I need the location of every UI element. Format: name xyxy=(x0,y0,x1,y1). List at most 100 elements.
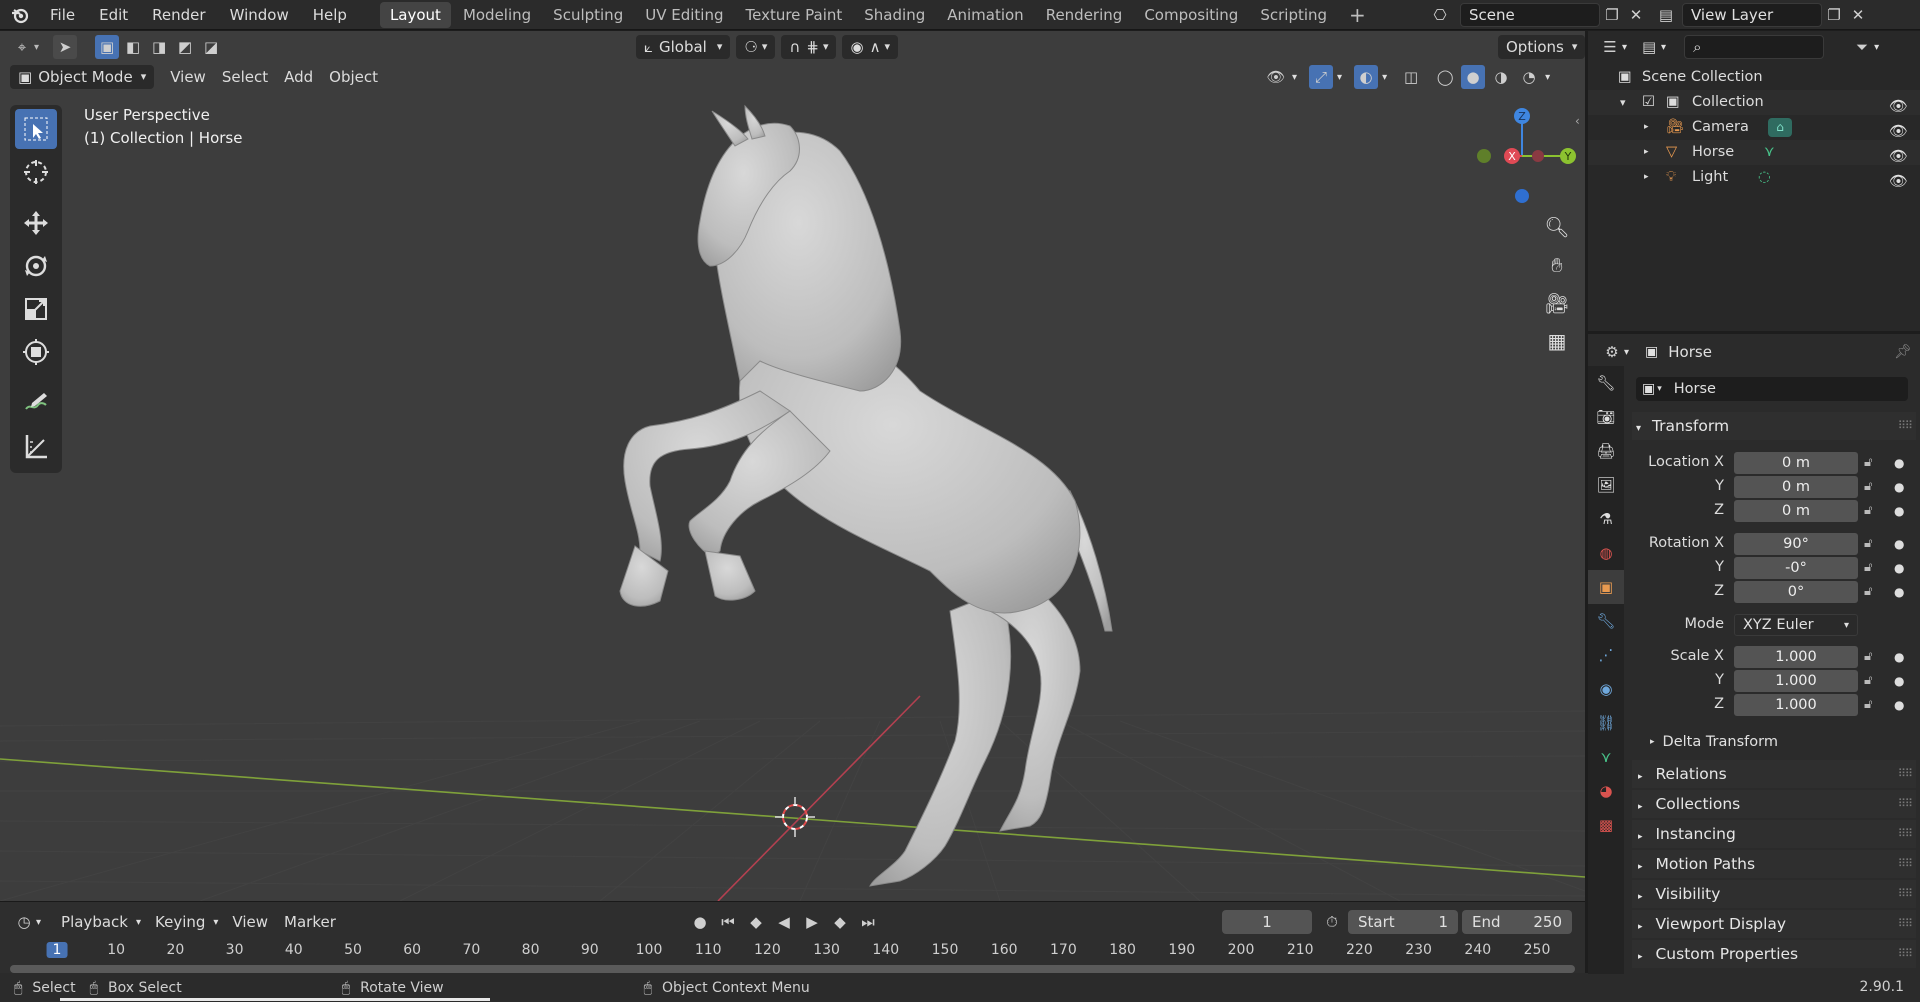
view-layer-selector-icon[interactable]: ▤ xyxy=(1654,3,1678,27)
ruler-tick-label[interactable]: 190 xyxy=(1168,942,1195,958)
tab-modeling[interactable]: Modeling xyxy=(453,2,541,28)
3d-viewport[interactable] xyxy=(0,31,1585,901)
object-data-tab-icon[interactable]: ⋎ xyxy=(1588,740,1624,774)
current-frame-field[interactable]: 1 xyxy=(1222,910,1312,934)
ruler-tick-label[interactable]: 210 xyxy=(1287,942,1314,958)
ruler-tick-label[interactable]: 200 xyxy=(1228,942,1255,958)
lock-icon[interactable]: 🔓︎ xyxy=(1864,536,1872,551)
outliner-row-horse[interactable]: ▸ ▽ Horse ⋎ 👁 xyxy=(1588,140,1920,165)
keyframe-dot-icon[interactable]: ● xyxy=(1894,537,1904,551)
tab-shading[interactable]: Shading xyxy=(854,2,935,28)
drag-grip-icon[interactable]: ⠿⠿ xyxy=(1898,940,1913,968)
menu-help[interactable]: Help xyxy=(301,0,359,30)
end-frame-field[interactable]: End 250 xyxy=(1462,910,1572,934)
keyframe-dot-icon[interactable]: ● xyxy=(1894,480,1904,494)
transform-orientation-dropdown[interactable]: ⟀ Global ▾ xyxy=(636,35,731,59)
modifier-tab-icon[interactable]: 🔧︎ xyxy=(1588,604,1624,638)
snap-dropdown[interactable]: ∩ ⋕ ▾ xyxy=(781,35,837,59)
expand-arrow-icon[interactable]: ▸ xyxy=(1644,140,1649,165)
visibility-eye-icon[interactable]: 👁 xyxy=(1264,65,1288,89)
timeline-scrollbar[interactable] xyxy=(10,965,1575,973)
select-extend-icon[interactable]: ◧ xyxy=(121,35,145,59)
jump-end-icon[interactable]: ⏭ xyxy=(856,910,880,934)
chevron-down-icon[interactable]: ▾ xyxy=(1622,42,1627,53)
menu-marker[interactable]: Marker xyxy=(276,913,344,931)
tab-animation[interactable]: Animation xyxy=(937,2,1033,28)
lock-icon[interactable]: 🔓︎ xyxy=(1864,697,1872,712)
rendered-shading-icon[interactable]: ◔ xyxy=(1517,65,1541,89)
menu-view[interactable]: View xyxy=(162,65,214,89)
record-icon[interactable]: ● xyxy=(688,910,712,934)
navigation-gizmo[interactable]: Z Y X xyxy=(1468,100,1588,220)
select-tool-mode-icon[interactable]: ➤ xyxy=(53,35,78,59)
blender-logo-icon[interactable] xyxy=(8,3,32,27)
select-box-tool[interactable] xyxy=(15,109,57,149)
expand-arrow-icon[interactable]: ▸ xyxy=(1644,115,1649,140)
chevron-down-icon[interactable]: ▾ xyxy=(1292,72,1297,83)
object-tab-icon[interactable]: ▣ xyxy=(1588,570,1624,604)
menu-add[interactable]: Add xyxy=(276,65,321,89)
ruler-tick-label[interactable]: 90 xyxy=(581,942,599,958)
lock-icon[interactable]: 🔓︎ xyxy=(1864,455,1872,470)
menu-playback[interactable]: Playback xyxy=(53,913,136,931)
play-icon[interactable]: ▶ xyxy=(800,910,824,934)
chevron-down-icon[interactable]: ▾ xyxy=(36,917,41,928)
annotate-tool[interactable] xyxy=(15,383,57,423)
pivot-point-dropdown[interactable]: ⚆ ▾ xyxy=(736,35,776,59)
ruler-tick-label[interactable]: 120 xyxy=(754,942,781,958)
frame-ruler[interactable]: 1 10 20 30 40 50 60 70 80 90 100 110 120 130 140 150 160… xyxy=(0,942,1585,964)
render-tab-icon[interactable]: 📷︎ xyxy=(1588,400,1624,434)
perspective-grid-icon[interactable]: ▦ xyxy=(1540,324,1574,358)
custom-properties-panel-header[interactable]: ▸ Custom Properties ⠿⠿ xyxy=(1632,940,1916,968)
ruler-tick-label[interactable]: 230 xyxy=(1405,942,1432,958)
keyframe-dot-icon[interactable]: ● xyxy=(1894,561,1904,575)
lock-icon[interactable]: 🔓︎ xyxy=(1864,673,1872,688)
drag-grip-icon[interactable]: ⠿⠿ xyxy=(1898,790,1913,818)
ruler-tick-label[interactable]: 140 xyxy=(872,942,899,958)
keyframe-dot-icon[interactable]: ● xyxy=(1894,650,1904,664)
rotation-mode-dropdown[interactable]: XYZ Euler ▾ xyxy=(1734,614,1858,636)
view-layer-field[interactable]: View Layer xyxy=(1682,3,1822,27)
transform-panel-header[interactable]: ▾ Transform ⠿⠿ xyxy=(1632,412,1916,440)
next-keyframe-icon[interactable]: ◆ xyxy=(828,910,852,934)
camera-data-icon[interactable]: ⌂ xyxy=(1768,118,1792,137)
location-y-field[interactable]: 0 m xyxy=(1734,476,1858,498)
view-layer-tab-icon[interactable]: 🖼︎ xyxy=(1588,468,1624,502)
menu-keying[interactable]: Keying xyxy=(147,913,213,931)
ruler-tick-label[interactable]: 30 xyxy=(226,942,244,958)
select-subtract-icon[interactable]: ◨ xyxy=(147,35,171,59)
tab-sculpting[interactable]: Sculpting xyxy=(543,2,633,28)
checkbox-icon[interactable]: ☑ xyxy=(1642,90,1655,115)
pin-icon[interactable]: 📌︎ xyxy=(1894,344,1912,360)
keyframe-dot-icon[interactable]: ● xyxy=(1894,585,1904,599)
ruler-tick-label[interactable]: 130 xyxy=(813,942,840,958)
pan-hand-icon[interactable]: ✋︎ xyxy=(1540,248,1574,282)
ruler-tick-label[interactable]: 80 xyxy=(522,942,540,958)
visibility-panel-header[interactable]: ▸ Visibility ⠿⠿ xyxy=(1632,880,1916,908)
collections-panel-header[interactable]: ▸ Collections ⠿⠿ xyxy=(1632,790,1916,818)
ruler-tick-label[interactable]: 50 xyxy=(344,942,362,958)
outliner-row-collection[interactable]: ▾ ☑ ▣ Collection 👁 xyxy=(1588,90,1920,115)
remove-view-layer-icon[interactable]: ✕ xyxy=(1846,3,1870,27)
material-shading-icon[interactable]: ◑ xyxy=(1489,65,1513,89)
physics-tab-icon[interactable]: ◉ xyxy=(1588,672,1624,706)
material-tab-icon[interactable]: ◕ xyxy=(1588,774,1624,808)
menu-edit[interactable]: Edit xyxy=(87,0,140,30)
gizmo-toggle-icon[interactable]: ⤢ xyxy=(1309,65,1334,89)
tab-layout[interactable]: Layout xyxy=(379,1,451,28)
scene-field[interactable]: Scene xyxy=(1460,3,1600,27)
outliner-search-input[interactable]: ⌕ xyxy=(1684,35,1825,59)
tab-uv-editing[interactable]: UV Editing xyxy=(635,2,733,28)
ruler-tick-label[interactable]: 10 xyxy=(107,942,125,958)
transform-tool[interactable] xyxy=(15,332,57,372)
tab-rendering[interactable]: Rendering xyxy=(1036,2,1133,28)
solid-shading-icon[interactable]: ● xyxy=(1461,65,1486,89)
output-tab-icon[interactable]: 🖨︎ xyxy=(1588,434,1624,468)
outliner-row-camera[interactable]: ▸ 🎥︎ Camera ⌂ 👁 xyxy=(1588,115,1920,140)
menu-window[interactable]: Window xyxy=(218,0,301,30)
lock-icon[interactable]: 🔓︎ xyxy=(1864,584,1872,599)
properties-editor-type-icon[interactable]: ⚙ xyxy=(1600,340,1624,364)
tab-compositing[interactable]: Compositing xyxy=(1134,2,1248,28)
chevron-down-icon[interactable]: ▾ xyxy=(1382,72,1387,83)
move-tool[interactable] xyxy=(15,203,57,243)
